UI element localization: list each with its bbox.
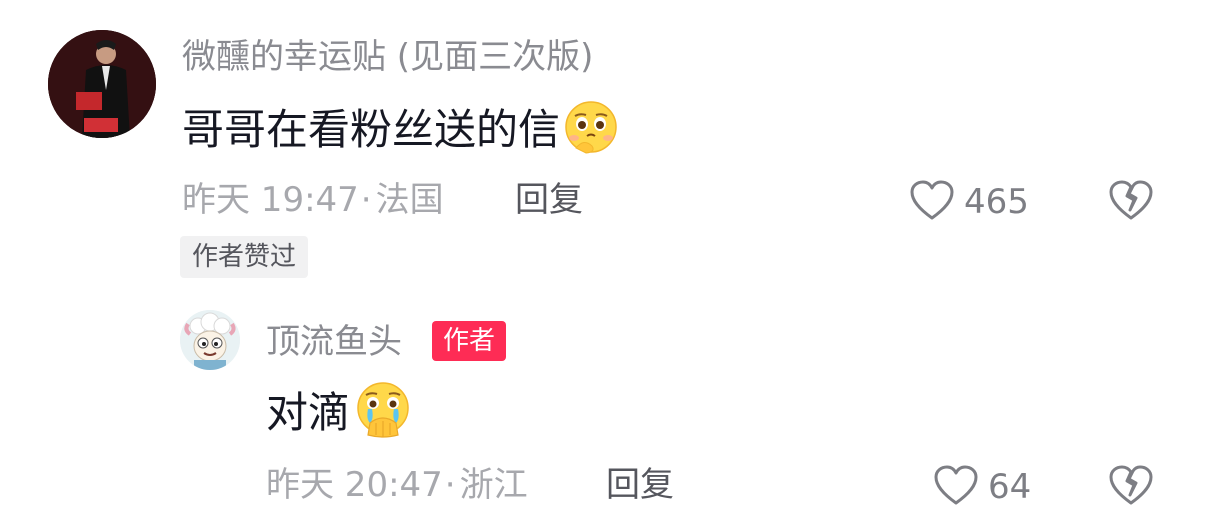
reply-text: 对滴 — [266, 381, 414, 438]
heart-icon — [908, 178, 956, 226]
comment-meta: 昨天 19:47 · 法国 — [182, 183, 444, 217]
pleading-face-emoji — [562, 98, 620, 163]
meta-separator: · — [360, 180, 372, 220]
avatar-cartoon-sheep — [180, 310, 240, 370]
comment-username[interactable]: 微醺的幸运贴 (见面三次版) — [182, 40, 593, 74]
reply-dislike-button[interactable] — [1106, 463, 1156, 511]
meta-separator: · — [444, 465, 456, 505]
like-count: 465 — [964, 182, 1029, 222]
reply-meta: 昨天 20:47 · 浙江 — [266, 468, 528, 502]
broken-heart-icon — [1106, 180, 1156, 226]
reply-body: 对滴 — [266, 388, 351, 437]
reply-like-button[interactable]: 64 — [932, 463, 1031, 511]
dislike-button[interactable] — [1106, 178, 1156, 226]
reply-location: 浙江 — [459, 465, 528, 505]
reply-like-count: 64 — [988, 467, 1032, 507]
comment-text: 哥哥在看粉丝送的信 — [182, 100, 620, 154]
comment-timestamp: 昨天 19:47 — [182, 180, 359, 220]
reply-username[interactable]: 顶流鱼头 — [266, 325, 402, 359]
heart-icon — [932, 463, 980, 511]
crying-face-hands-emoji — [352, 379, 414, 448]
reply-avatar[interactable] — [180, 310, 240, 370]
author-badge: 作者 — [432, 321, 507, 361]
reply-timestamp: 昨天 20:47 — [266, 465, 443, 505]
avatar[interactable] — [48, 30, 156, 138]
avatar-photo — [48, 30, 156, 138]
comment-location: 法国 — [375, 180, 444, 220]
comment-body: 哥哥在看粉丝送的信 — [182, 105, 561, 154]
like-button[interactable]: 465 — [908, 178, 1029, 226]
author-liked-tag: 作者赞过 — [180, 236, 309, 278]
reply-button[interactable]: 回复 — [515, 183, 583, 217]
broken-heart-icon — [1106, 465, 1156, 511]
reply-reply-button[interactable]: 回复 — [606, 468, 674, 502]
